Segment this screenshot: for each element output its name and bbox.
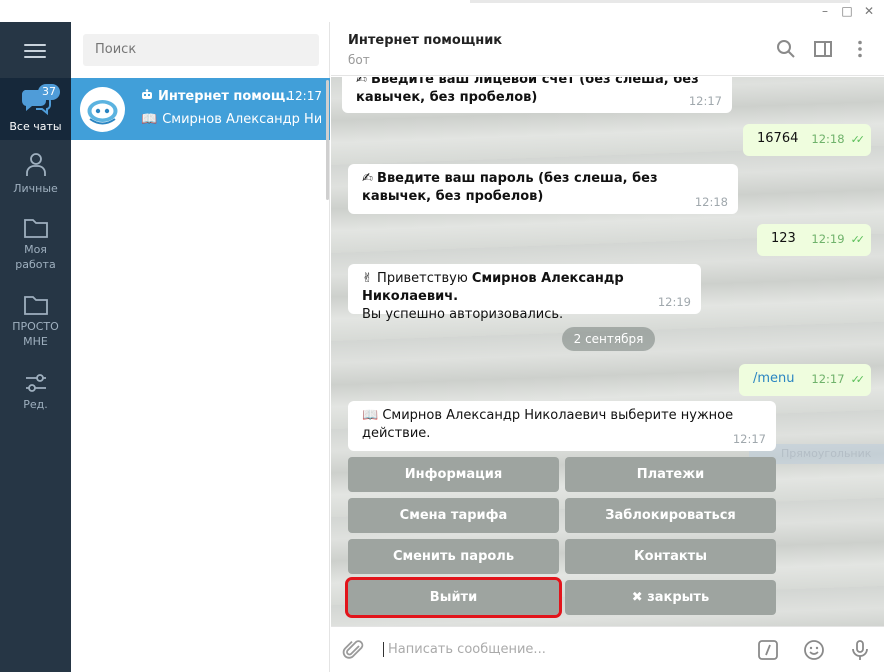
chat-time: 12:17 bbox=[287, 89, 322, 103]
folder-my-work[interactable]: Моя работа bbox=[0, 209, 71, 279]
bot-avatar bbox=[80, 87, 125, 132]
message-input[interactable]: Написать сообщение... bbox=[383, 642, 546, 657]
chat-title: Интернет помощ... bbox=[141, 89, 291, 104]
read-checkmarks-icon: ✓✓ bbox=[850, 233, 866, 246]
message-incoming: ✍ Введите ваш пароль (без слеша, без кав… bbox=[348, 164, 738, 214]
sidebar-toggle-icon[interactable] bbox=[813, 39, 833, 59]
read-checkmarks-icon: ✓✓ bbox=[850, 373, 866, 386]
message-emoji: ✍ bbox=[356, 77, 367, 87]
message-outgoing: 16764 12:18 ✓✓ bbox=[743, 124, 871, 156]
message-time: 12:19 bbox=[657, 295, 691, 309]
read-checkmarks-icon: ✓✓ bbox=[850, 133, 866, 146]
folders-sidebar: 37 Все чаты Личные Моя работа ПРОСТО МНЕ bbox=[0, 22, 71, 672]
bot-button-block[interactable]: Заблокироваться bbox=[565, 498, 776, 533]
search-icon[interactable] bbox=[776, 39, 796, 59]
message-emoji: ✍ bbox=[362, 171, 373, 186]
message-time: 12:19 ✓✓ bbox=[811, 230, 866, 249]
folder-prosto-mne[interactable]: ПРОСТО МНЕ bbox=[0, 286, 71, 356]
sliders-icon bbox=[25, 374, 46, 392]
message-text: 16764 bbox=[757, 131, 799, 146]
bot-button-close-keyboard[interactable]: ✖ закрыть bbox=[565, 580, 776, 615]
chat-list-scrollbar[interactable] bbox=[326, 80, 329, 200]
date-separator: 2 сентября bbox=[562, 327, 655, 351]
message-emoji: 📖 bbox=[362, 408, 379, 423]
folder-label-line2: работа bbox=[15, 258, 56, 271]
chat-header-subtitle: бот bbox=[348, 53, 370, 67]
bot-button-payments[interactable]: Платежи bbox=[565, 457, 776, 492]
message-time: 12:18 ✓✓ bbox=[811, 130, 866, 149]
bot-button-info[interactable]: Информация bbox=[348, 457, 559, 492]
message-text: Введите ваш лицевой счет (без слеша, без… bbox=[356, 77, 699, 105]
folder-label: Ред. bbox=[23, 398, 48, 411]
robot-avatar-icon bbox=[80, 87, 125, 132]
folder-label-line1: ПРОСТО bbox=[12, 320, 59, 333]
close-button[interactable]: ✕ bbox=[862, 4, 876, 18]
message-composer: Написать сообщение... bbox=[331, 626, 884, 672]
bot-button-logout[interactable]: Выйти bbox=[345, 577, 562, 618]
attach-paperclip-icon[interactable] bbox=[342, 638, 366, 662]
message-time: 12:17 bbox=[688, 94, 722, 108]
message-incoming: ✍ Введите ваш лицевой счет (без слеша, б… bbox=[342, 77, 732, 113]
hamburger-menu-icon[interactable] bbox=[24, 44, 46, 58]
more-menu-icon[interactable] bbox=[850, 39, 870, 59]
folder-icon bbox=[23, 219, 48, 238]
chat-list-item[interactable]: Интернет помощ... 12:17 📖 Смирнов Алексан… bbox=[71, 78, 330, 140]
folder-personal[interactable]: Личные bbox=[0, 144, 71, 206]
message-text: 123 bbox=[771, 231, 796, 246]
message-emoji: ✌ bbox=[362, 271, 373, 286]
folder-edit[interactable]: Ред. bbox=[0, 364, 71, 426]
message-time: 12:18 bbox=[694, 195, 728, 209]
book-icon: 📖 bbox=[141, 112, 158, 127]
message-text: Введите ваш пароль (без слеша, без кавыч… bbox=[362, 171, 658, 204]
window-titlebar: – □ ✕ bbox=[0, 0, 884, 22]
message-text: Смирнов Александр Николаевич выберите ну… bbox=[362, 408, 734, 441]
folder-icon bbox=[23, 296, 48, 315]
message-time: 12:17 ✓✓ bbox=[811, 370, 866, 389]
message-text-prefix: Приветствую bbox=[377, 271, 472, 286]
search-input[interactable] bbox=[83, 34, 319, 66]
bot-commands-icon[interactable] bbox=[756, 638, 780, 662]
message-text-suffix: Вы успешно авторизовались. bbox=[362, 307, 564, 322]
message-incoming: ✌ Приветствую Смирнов Александр Николаев… bbox=[348, 264, 701, 322]
folder-label-line1: Моя bbox=[24, 243, 47, 256]
chat-header-title[interactable]: Интернет помощник bbox=[348, 33, 502, 48]
bot-button-change-password[interactable]: Сменить пароль bbox=[348, 539, 559, 574]
titlebar-edge bbox=[470, 0, 850, 3]
folder-label: Личные bbox=[13, 182, 58, 195]
bot-icon bbox=[141, 89, 153, 104]
chat-preview: 📖 Смирнов Александр Ни... bbox=[141, 112, 321, 127]
message-history[interactable]: ✍ Введите ваш лицевой счет (без слеша, б… bbox=[331, 77, 884, 626]
unread-badge: 37 bbox=[38, 84, 60, 100]
message-incoming: 📖 Смирнов Александр Николаевич выберите … bbox=[348, 401, 776, 451]
person-icon bbox=[25, 153, 46, 176]
message-time: 12:17 bbox=[732, 432, 766, 446]
folder-label: Все чаты bbox=[9, 120, 62, 133]
chat-preview-text: Смирнов Александр Ни... bbox=[162, 112, 321, 127]
bot-button-contacts[interactable]: Контакты bbox=[565, 539, 776, 574]
emoji-icon[interactable] bbox=[802, 638, 826, 662]
folder-all-chats[interactable]: 37 Все чаты bbox=[0, 78, 71, 140]
chat-list-panel: Интернет помощ... 12:17 📖 Смирнов Алексан… bbox=[71, 22, 330, 672]
folder-label-line2: МНЕ bbox=[23, 335, 48, 348]
telegram-window: – □ ✕ 37 Все чаты Личные Моя работа ПРОС… bbox=[0, 0, 884, 672]
minimize-button[interactable]: – bbox=[818, 4, 832, 18]
microphone-icon[interactable] bbox=[848, 638, 872, 662]
command-link[interactable]: /menu bbox=[753, 371, 795, 386]
bot-button-change-tariff[interactable]: Смена тарифа bbox=[348, 498, 559, 533]
message-outgoing: 123 12:19 ✓✓ bbox=[757, 224, 871, 256]
maximize-button[interactable]: □ bbox=[840, 4, 854, 18]
chat-header: Интернет помощник бот bbox=[331, 22, 884, 76]
message-outgoing: /menu 12:17 ✓✓ bbox=[739, 364, 871, 396]
chat-title-text: Интернет помощ... bbox=[158, 89, 291, 104]
